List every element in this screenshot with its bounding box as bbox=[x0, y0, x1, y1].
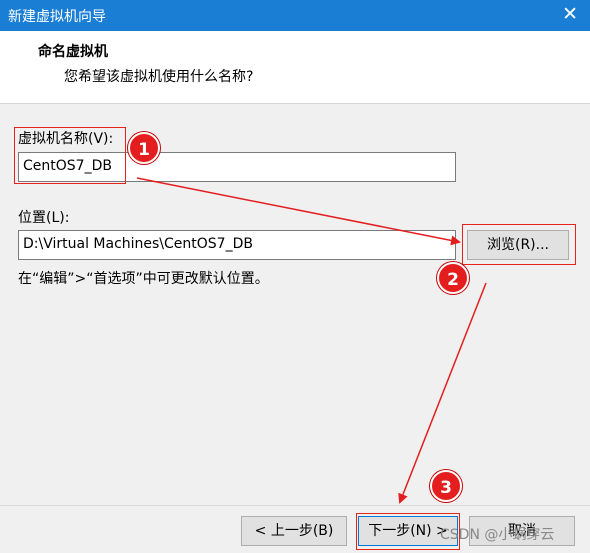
watermark: CSDN @小蜗穿云 bbox=[440, 527, 555, 543]
step-3-badge: 3 bbox=[430, 470, 462, 502]
arrow-to-browse bbox=[136, 177, 461, 246]
annotation-arrows bbox=[136, 177, 487, 504]
step-1-badge: 1 bbox=[128, 132, 160, 164]
step-2-badge: 2 bbox=[437, 262, 469, 294]
